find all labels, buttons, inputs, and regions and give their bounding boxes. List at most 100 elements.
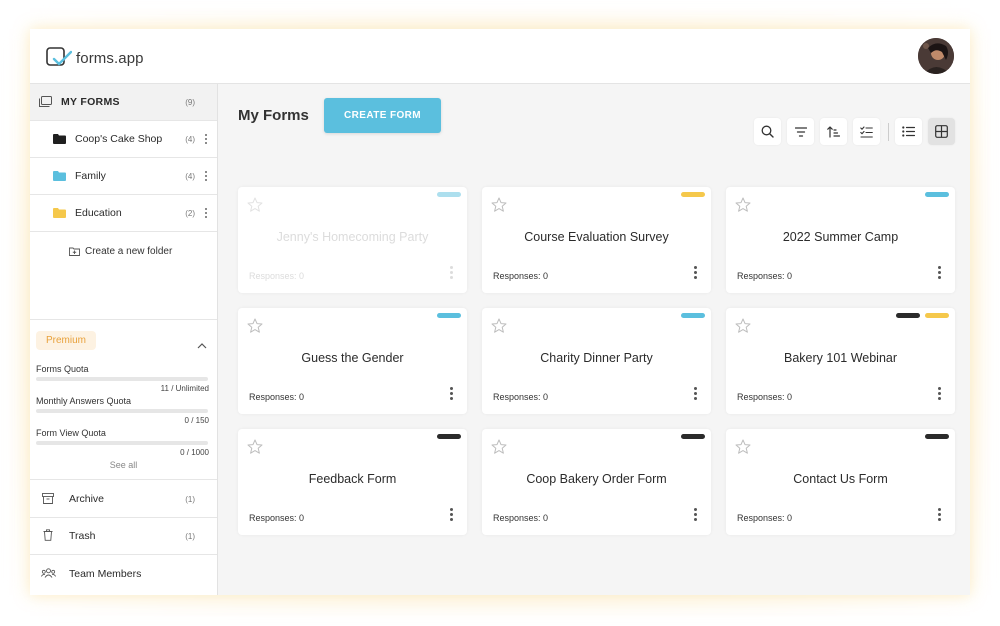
folder-tags (681, 192, 705, 197)
form-card[interactable]: Charity Dinner Party Responses: 0 (482, 308, 711, 414)
folder-tag (896, 313, 920, 318)
list-view-button[interactable] (895, 118, 922, 145)
sidebar-item-label: Coop's Cake Shop (75, 133, 163, 145)
create-form-button[interactable]: CREATE FORM (324, 98, 441, 133)
more-options-icon[interactable] (693, 266, 697, 279)
more-options-icon[interactable] (693, 387, 697, 400)
folder-tag (681, 192, 705, 197)
form-responses: Responses: 0 (493, 271, 549, 281)
quota-value: 0 / 1000 (180, 448, 209, 457)
form-title: 2022 Summer Camp (782, 230, 899, 244)
create-folder-label: Create a new folder (85, 246, 173, 257)
toolbar-divider (888, 123, 889, 141)
search-icon (761, 125, 774, 138)
more-options-icon[interactable] (937, 508, 941, 521)
more-options-icon[interactable] (937, 387, 941, 400)
grid-view-icon (935, 125, 948, 138)
search-button[interactable] (754, 118, 781, 145)
quota-label: Form View Quota (36, 428, 106, 438)
sidebar-item-label: MY FORMS (61, 96, 120, 108)
create-folder-button[interactable]: Create a new folder (69, 246, 172, 257)
folder-tags (681, 313, 705, 318)
form-card[interactable]: Bakery 101 Webinar Responses: 0 (726, 308, 955, 414)
premium-quota-panel: Premium Forms Quota 11 / Unlimited Month… (30, 319, 217, 480)
form-card[interactable]: Contact Us Form Responses: 0 (726, 429, 955, 535)
quota-value: 11 / Unlimited (160, 384, 209, 393)
sidebar-item-count: (2) (185, 208, 195, 218)
sort-button[interactable] (820, 118, 847, 145)
folder-tag (681, 313, 705, 318)
folder-icon (53, 171, 66, 181)
more-options-icon[interactable] (449, 387, 453, 400)
star-icon[interactable] (247, 439, 263, 459)
sidebar-item-label: Family (75, 170, 106, 182)
sidebar-item-archive[interactable]: Archive (1) (30, 481, 217, 518)
logo[interactable]: forms.app (46, 45, 144, 71)
top-bar: forms.app (30, 29, 970, 84)
form-responses: Responses: 0 (249, 392, 305, 402)
grid-view-button[interactable] (928, 118, 955, 145)
page-title: My Forms (238, 107, 309, 124)
form-card[interactable]: 2022 Summer Camp Responses: 0 (726, 187, 955, 293)
more-options-icon[interactable] (449, 266, 453, 279)
quota-label: Forms Quota (36, 364, 89, 374)
star-icon[interactable] (735, 197, 751, 217)
folder-tags (437, 313, 461, 318)
see-all-link[interactable]: See all (30, 460, 217, 470)
folder-tags (437, 192, 461, 197)
folder-icon (53, 134, 66, 144)
premium-badge[interactable]: Premium (36, 331, 97, 350)
star-icon[interactable] (491, 197, 507, 217)
more-options-icon[interactable] (204, 134, 208, 144)
folder-tag (437, 313, 461, 318)
avatar[interactable] (918, 38, 954, 74)
sidebar-item-count: (4) (185, 134, 195, 144)
folder-tag (925, 192, 949, 197)
form-title: Contact Us Form (793, 472, 888, 486)
folder-tags (896, 313, 949, 318)
list-view-icon (902, 126, 915, 137)
chevron-up-icon[interactable] (197, 336, 207, 354)
more-options-icon[interactable] (693, 508, 697, 521)
star-icon[interactable] (247, 197, 263, 217)
form-responses: Responses: 0 (737, 392, 793, 402)
sidebar-item-team-members[interactable]: Team Members (30, 555, 217, 592)
form-card[interactable]: Coop Bakery Order Form Responses: 0 (482, 429, 711, 535)
form-card[interactable]: Jenny's Homecoming Party Responses: 0 (238, 187, 467, 293)
sidebar: MY FORMS (9) Coop's Cake Shop (4) Family… (30, 84, 218, 595)
star-icon[interactable] (491, 439, 507, 459)
sidebar-item-label: Team Members (69, 567, 142, 580)
star-icon[interactable] (735, 318, 751, 338)
sidebar-item-label: Trash (69, 530, 96, 542)
form-card[interactable]: Guess the Gender Responses: 0 (238, 308, 467, 414)
folder-tag (681, 434, 705, 439)
more-options-icon[interactable] (204, 171, 208, 181)
star-icon[interactable] (735, 439, 751, 459)
more-options-icon[interactable] (204, 208, 208, 218)
form-card[interactable]: Course Evaluation Survey Responses: 0 (482, 187, 711, 293)
star-icon[interactable] (247, 318, 263, 338)
sidebar-item-count: (4) (185, 171, 195, 181)
sidebar-item-my-forms[interactable]: MY FORMS (9) (30, 84, 217, 121)
folder-tags (925, 434, 949, 439)
form-responses: Responses: 0 (737, 513, 793, 523)
more-options-icon[interactable] (449, 508, 453, 521)
star-icon[interactable] (491, 318, 507, 338)
folder-tag (437, 192, 461, 197)
sidebar-item-folder[interactable]: Education (2) (30, 195, 217, 232)
form-responses: Responses: 0 (737, 271, 793, 281)
select-button[interactable] (853, 118, 880, 145)
filter-button[interactable] (787, 118, 814, 145)
form-title: Coop Bakery Order Form (526, 472, 667, 486)
quota-bar (36, 441, 208, 445)
sidebar-item-folder[interactable]: Coop's Cake Shop (4) (30, 121, 217, 158)
form-card[interactable]: Feedback Form Responses: 0 (238, 429, 467, 535)
more-options-icon[interactable] (937, 266, 941, 279)
sidebar-item-folder[interactable]: Family (4) (30, 158, 217, 195)
folder-icon (53, 208, 66, 218)
sidebar-item-trash[interactable]: Trash (1) (30, 518, 217, 555)
sidebar-item-label: Archive (69, 493, 105, 505)
forms-stack-icon (39, 96, 52, 107)
sort-icon (827, 125, 840, 138)
folder-tag (437, 434, 461, 439)
